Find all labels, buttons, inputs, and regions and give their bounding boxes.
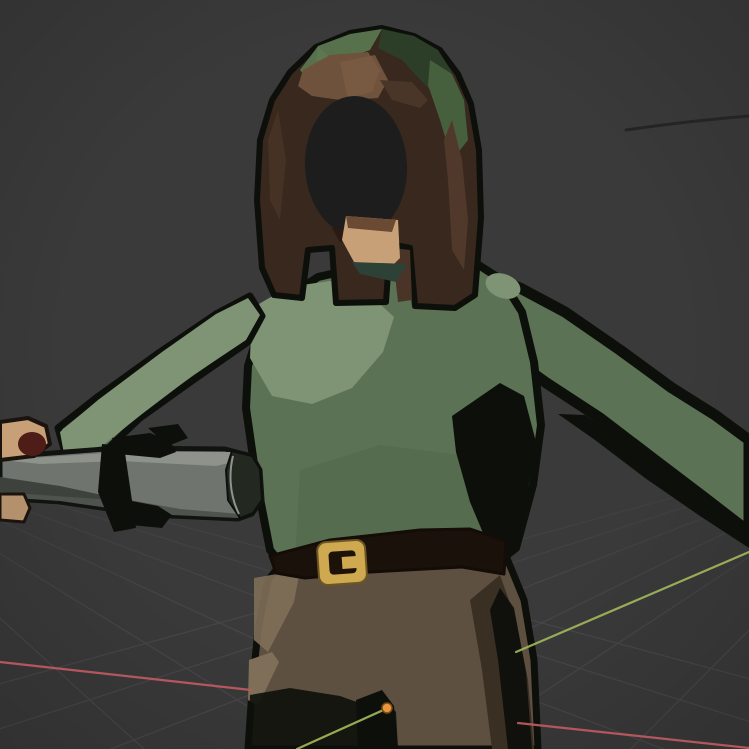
viewport-canvas[interactable] xyxy=(0,0,749,749)
object-origin-dot[interactable] xyxy=(382,703,392,713)
character-legs[interactable] xyxy=(248,552,538,749)
character-torso[interactable] xyxy=(246,264,541,572)
buckle-prong xyxy=(342,556,359,569)
hand-palm xyxy=(0,494,30,522)
character-head[interactable] xyxy=(257,28,481,308)
3d-viewport[interactable] xyxy=(0,0,749,749)
belt-buckle xyxy=(317,539,368,585)
finger-gap-shadow xyxy=(18,432,46,456)
